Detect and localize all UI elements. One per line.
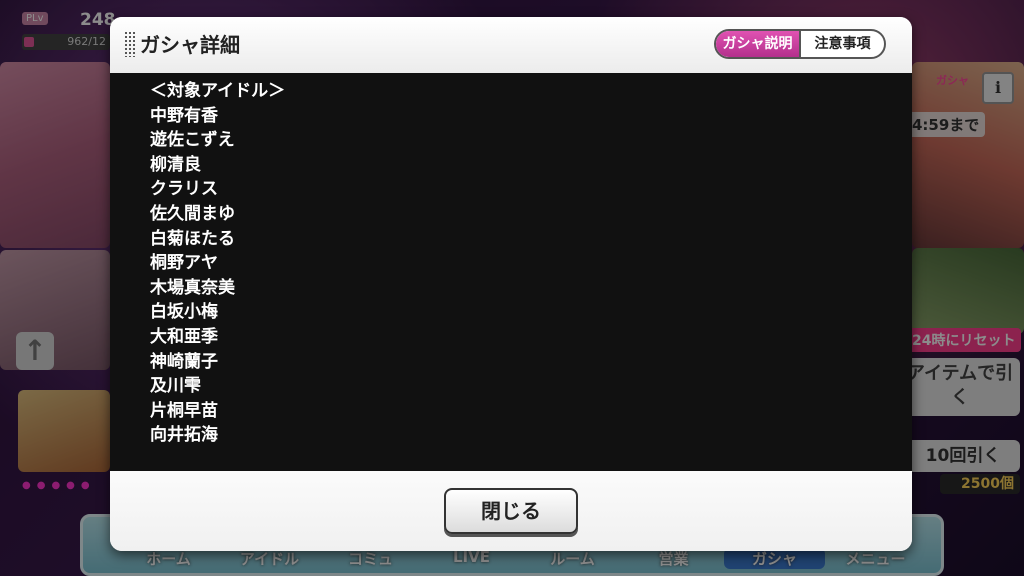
idol-list-item: 神崎蘭子 bbox=[150, 351, 218, 372]
idol-list-item: クラリス bbox=[150, 179, 218, 200]
tab-notes[interactable]: 注意事項 bbox=[801, 31, 884, 57]
dialog-content[interactable]: ＜対象アイドル＞ 中野有香遊佐こずえ柳清良クラリス佐久間まゆ白菊ほたる桐野アヤ木… bbox=[110, 73, 912, 471]
idol-list-item: 柳清良 bbox=[150, 154, 201, 175]
idol-list-item: 大和亜季 bbox=[150, 326, 218, 347]
dialog-title: ガシャ詳細 bbox=[140, 33, 240, 57]
dialog-header: ガシャ詳細 ガシャ説明 注意事項 bbox=[110, 17, 912, 73]
grip-icon bbox=[124, 31, 136, 57]
idol-list-item: 向井拓海 bbox=[150, 425, 218, 446]
idol-list-item: 遊佐こずえ bbox=[150, 130, 235, 151]
idol-list-item: 佐久間まゆ bbox=[150, 203, 235, 224]
close-button[interactable]: 閉じる bbox=[444, 488, 578, 534]
idol-list-item: 白坂小梅 bbox=[150, 302, 218, 323]
gacha-detail-dialog: ガシャ詳細 ガシャ説明 注意事項 ＜対象アイドル＞ 中野有香遊佐こずえ柳清良クラ… bbox=[110, 17, 912, 551]
idol-list-item: 桐野アヤ bbox=[150, 253, 218, 274]
tab-gacha-description[interactable]: ガシャ説明 bbox=[716, 31, 801, 57]
idol-list-item: 及川雫 bbox=[150, 376, 201, 397]
dialog-footer: 閉じる bbox=[110, 471, 912, 551]
idol-list-item: 中野有香 bbox=[150, 105, 218, 126]
list-heading: ＜対象アイドル＞ bbox=[150, 81, 286, 101]
idol-list: ＜対象アイドル＞ 中野有香遊佐こずえ柳清良クラリス佐久間まゆ白菊ほたる桐野アヤ木… bbox=[150, 79, 902, 471]
idol-list-item: 片桐早苗 bbox=[150, 400, 218, 421]
idol-list-item: 白菊ほたる bbox=[150, 228, 235, 249]
idol-list-item: 木場真奈美 bbox=[150, 277, 235, 298]
dialog-tabs: ガシャ説明 注意事項 bbox=[714, 29, 886, 59]
